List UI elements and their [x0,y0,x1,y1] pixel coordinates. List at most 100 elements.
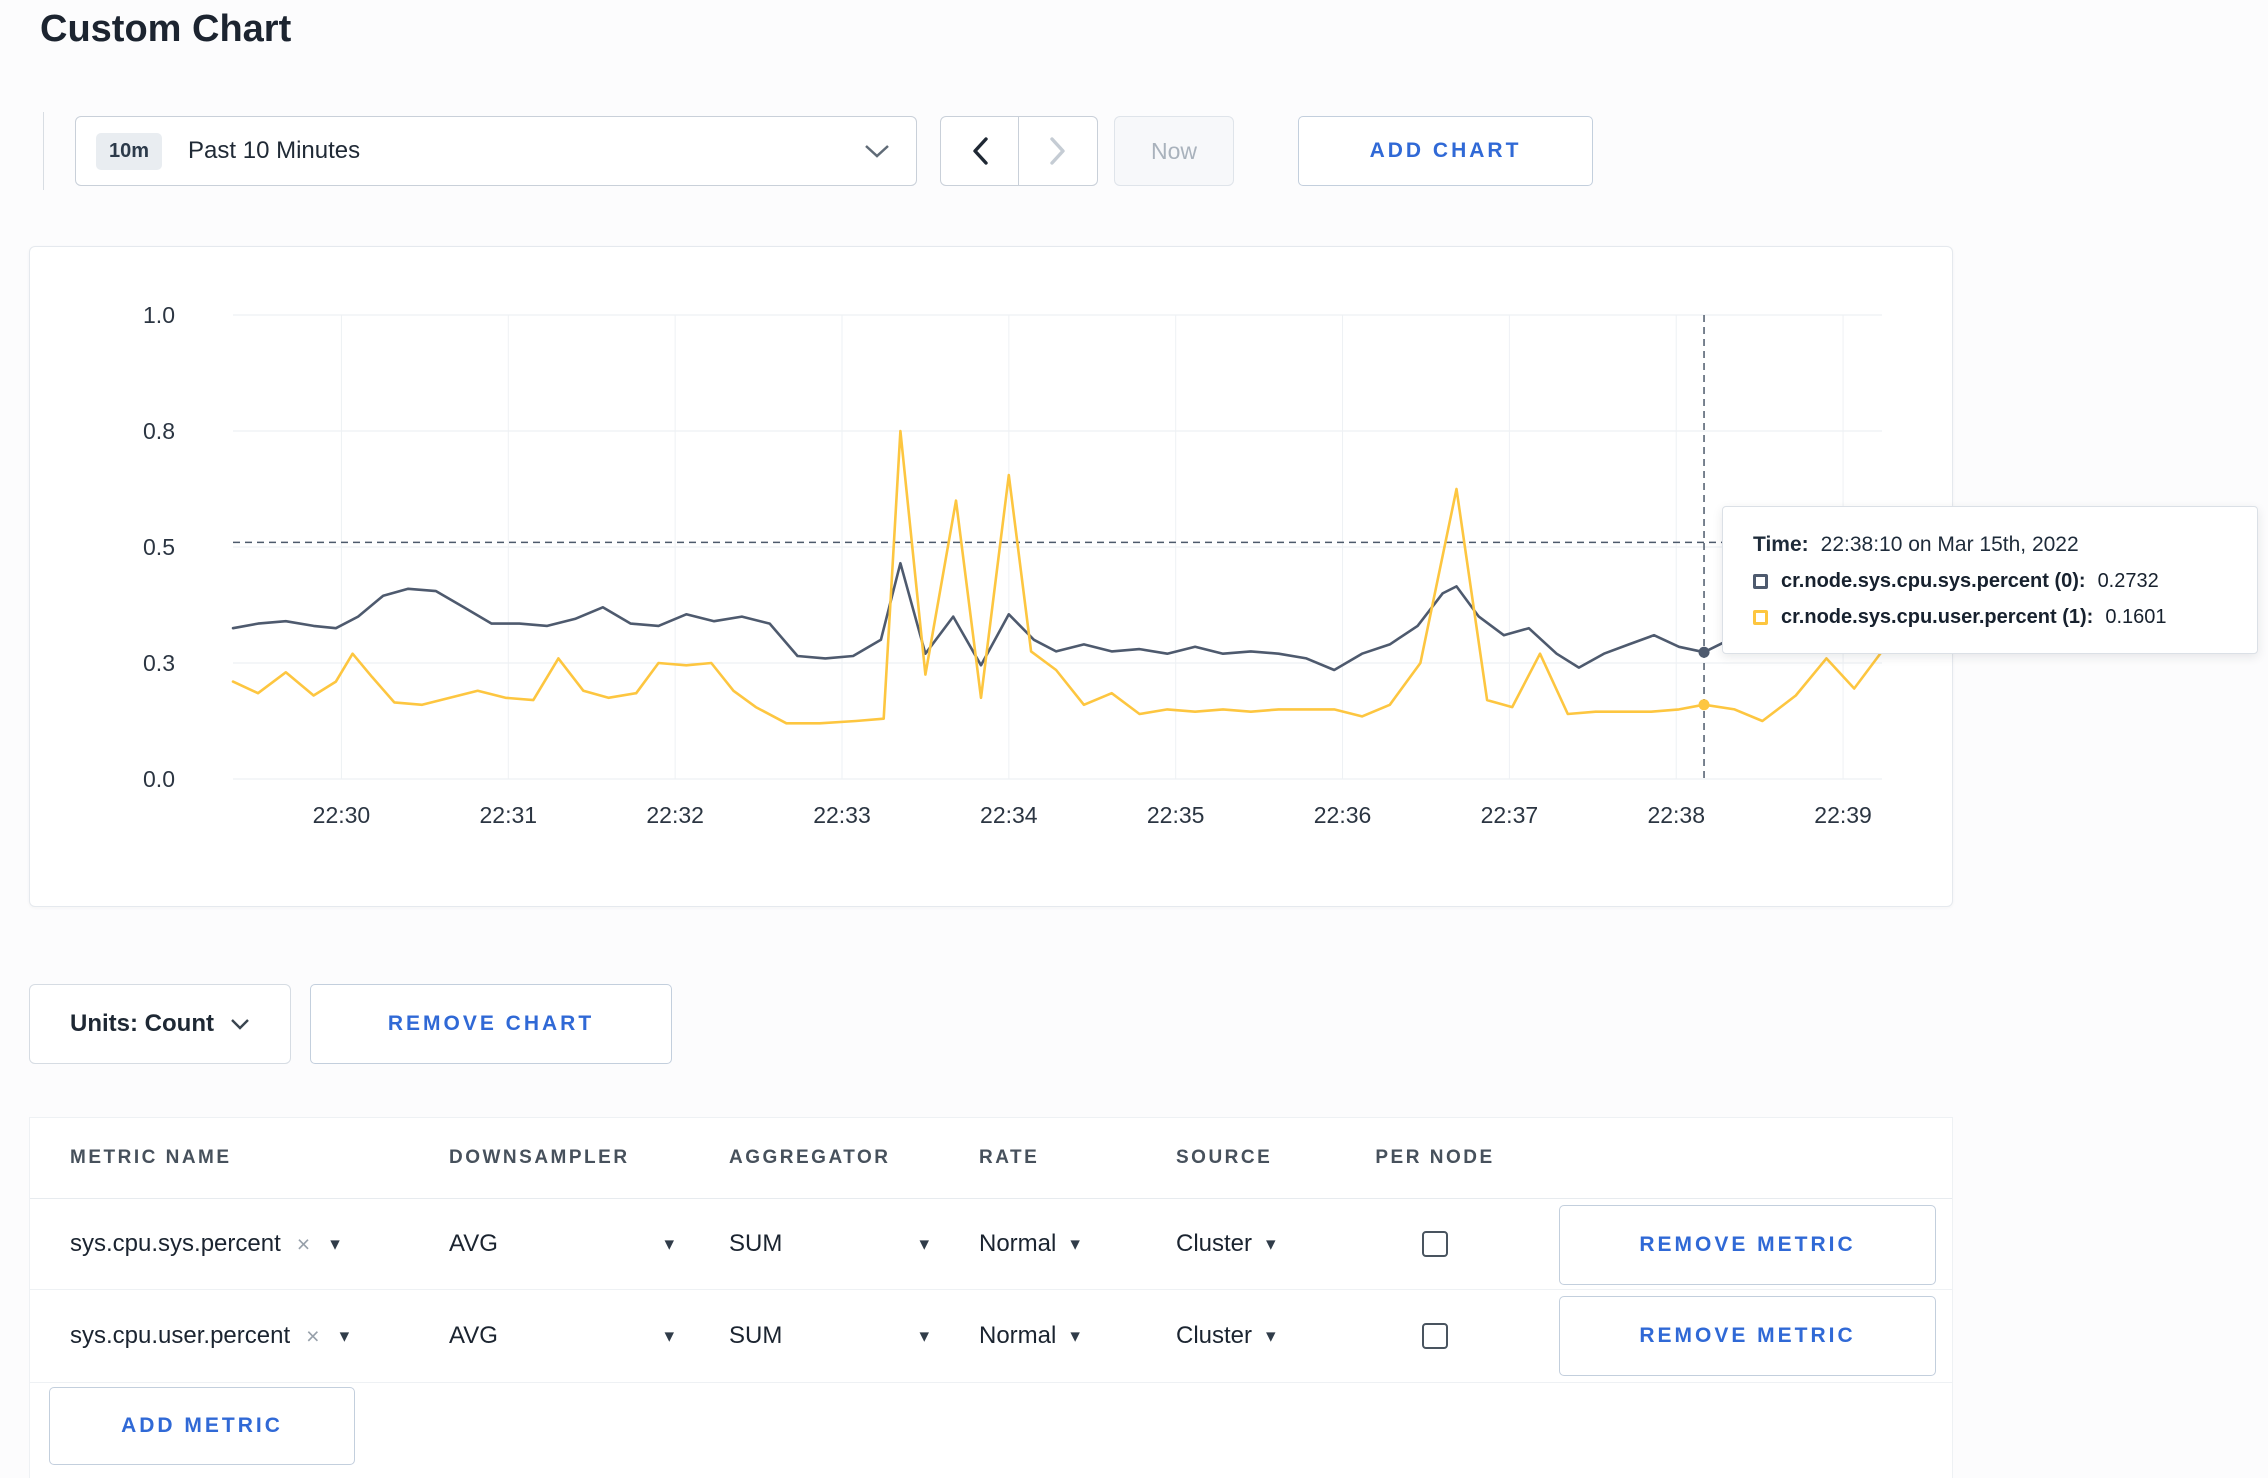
time-range-dropdown[interactable]: 10m Past 10 Minutes [75,116,917,186]
downsampler-value: AVG [449,1230,498,1257]
tooltip-series-value: 0.2732 [2097,570,2159,592]
per-node-checkbox[interactable] [1422,1231,1448,1257]
section-divider [43,112,44,190]
downsampler-select[interactable]: AVG ▾ [449,1230,674,1258]
caret-down-icon: ▾ [664,1233,674,1255]
aggregator-cell: SUM ▾ [729,1290,929,1382]
source-value: Cluster [1176,1322,1253,1349]
header-aggregator: AGGREGATOR [729,1147,891,1168]
per-node-cell [1360,1290,1510,1382]
time-range-badge: 10m [96,132,163,170]
downsampler-cell: AVG ▾ [449,1199,674,1289]
aggregator-cell: SUM ▾ [729,1199,929,1289]
rate-value: Normal [979,1322,1057,1349]
rate-select[interactable]: Normal ▾ [979,1322,1080,1350]
y-axis-tick-label: 0.8 [143,418,175,444]
aggregator-value: SUM [729,1322,783,1349]
x-axis-tick-label: 22:34 [980,802,1038,828]
per-node-checkbox[interactable] [1422,1323,1448,1349]
source-select[interactable]: Cluster ▾ [1176,1322,1276,1350]
y-axis-tick-label: 0.5 [143,534,175,560]
header-per-node: PER NODE [1375,1147,1495,1168]
metrics-table-header: METRIC NAME DOWNSAMPLER AGGREGATOR RATE … [30,1118,1952,1199]
x-axis-tick-label: 22:33 [813,802,871,828]
x-axis-tick-label: 22:39 [1814,802,1872,828]
tooltip-series-row: cr.node.sys.cpu.sys.percent (0): 0.2732 [1753,570,2229,593]
time-nav-group [940,116,1098,186]
caret-down-icon[interactable]: ▾ [330,1235,340,1254]
metric-name-cell: sys.cpu.sys.percent × ▾ [70,1199,340,1289]
chevron-right-icon [1050,137,1065,165]
caret-down-icon: ▾ [919,1233,929,1255]
tooltip-time-label: Time: [1753,533,1809,556]
caret-down-icon: ▾ [919,1325,929,1347]
prev-time-button[interactable] [940,116,1019,186]
tooltip-series-value: 0.1601 [2105,606,2167,628]
caret-down-icon: ▾ [1266,1233,1276,1255]
tooltip-series-row: cr.node.sys.cpu.user.percent (1): 0.1601 [1753,606,2229,629]
source-select[interactable]: Cluster ▾ [1176,1230,1276,1258]
x-axis-tick-label: 22:35 [1147,802,1205,828]
source-cell: Cluster ▾ [1176,1199,1276,1289]
x-axis-tick-label: 22:30 [313,802,371,828]
y-axis-tick-label: 0.3 [143,650,175,676]
metric-row: sys.cpu.sys.percent × ▾ AVG ▾ SUM ▾ Norm… [30,1199,1952,1290]
caret-down-icon: ▾ [1070,1325,1080,1347]
custom-chart-page: Custom Chart 10m Past 10 Minutes Now ADD… [0,0,2268,1478]
per-node-cell [1360,1199,1510,1289]
tooltip-series-name: cr.node.sys.cpu.user.percent (1): [1781,606,2094,628]
header-metric-name: METRIC NAME [70,1147,232,1168]
metric-name-value: sys.cpu.sys.percent [70,1230,281,1257]
next-time-button[interactable] [1019,116,1098,186]
y-axis-tick-label: 0.0 [143,766,175,792]
x-axis-tick-label: 22:32 [646,802,704,828]
chart-card: 0.0 0.3 0.5 0.8 1.0 22:30 22:31 22:32 22:33 22:34… [29,246,1953,907]
caret-down-icon: ▾ [1266,1325,1276,1347]
page-title: Custom Chart [40,8,292,50]
clear-metric-icon[interactable]: × [297,1232,310,1256]
rate-cell: Normal ▾ [979,1290,1080,1382]
metric-name-select[interactable]: sys.cpu.user.percent [70,1322,290,1350]
series-marker-cr.node.sys.cpu.user.percent [1698,699,1710,711]
source-cell: Cluster ▾ [1176,1290,1276,1382]
now-button[interactable]: Now [1114,116,1234,186]
downsampler-select[interactable]: AVG ▾ [449,1322,674,1350]
x-axis-tick-label: 22:31 [480,802,538,828]
add-chart-button[interactable]: ADD CHART [1298,116,1593,186]
tooltip-time-value: 22:38:10 on Mar 15th, 2022 [1820,533,2079,556]
clear-metric-icon[interactable]: × [306,1324,319,1348]
series-line-cr.node.sys.cpu.sys.percent [231,561,1884,672]
time-range-label: Past 10 Minutes [188,137,361,164]
x-axis-tick-label: 22:36 [1314,802,1372,828]
metric-name-select[interactable]: sys.cpu.sys.percent [70,1230,281,1258]
series-user-swatch-icon [1753,610,1768,625]
y-axis-tick-label: 1.0 [143,302,175,328]
cpu-percent-chart-canvas[interactable]: 0.0 0.3 0.5 0.8 1.0 22:30 22:31 22:32 22:33 22:34… [30,247,1952,906]
units-label: Units: Count [70,1010,214,1037]
x-axis-tick-label: 22:37 [1481,802,1539,828]
chevron-down-icon [865,145,889,158]
source-value: Cluster [1176,1230,1253,1257]
header-rate: RATE [979,1147,1040,1168]
rate-select[interactable]: Normal ▾ [979,1230,1080,1258]
metrics-table: METRIC NAME DOWNSAMPLER AGGREGATOR RATE … [29,1117,1953,1478]
add-metric-button[interactable]: ADD METRIC [49,1387,355,1465]
series-line-cr.node.sys.cpu.user.percent [231,429,1884,725]
aggregator-select[interactable]: SUM ▾ [729,1230,929,1258]
remove-metric-button[interactable]: REMOVE METRIC [1559,1205,1936,1285]
remove-chart-button[interactable]: REMOVE CHART [310,984,672,1064]
units-dropdown[interactable]: Units: Count [29,984,291,1064]
chevron-left-icon [972,137,988,165]
tooltip-series-name: cr.node.sys.cpu.sys.percent (0): [1781,570,2086,592]
rate-value: Normal [979,1230,1057,1257]
chevron-down-icon [231,1018,249,1030]
rate-cell: Normal ▾ [979,1199,1080,1289]
downsampler-value: AVG [449,1322,498,1349]
caret-down-icon[interactable]: ▾ [340,1327,350,1346]
chart-tooltip: Time: 22:38:10 on Mar 15th, 2022 cr.node.… [1722,506,2258,654]
aggregator-value: SUM [729,1230,783,1257]
remove-metric-button[interactable]: REMOVE METRIC [1559,1296,1936,1376]
metric-name-cell: sys.cpu.user.percent × ▾ [70,1290,349,1382]
aggregator-select[interactable]: SUM ▾ [729,1322,929,1350]
downsampler-cell: AVG ▾ [449,1290,674,1382]
